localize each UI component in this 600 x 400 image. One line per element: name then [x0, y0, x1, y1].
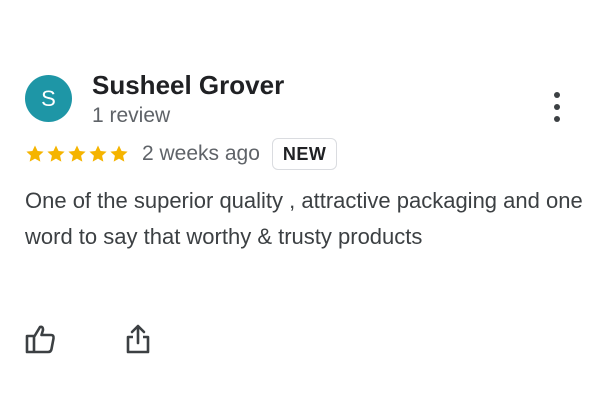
star-icon [47, 145, 65, 162]
star-icon [89, 145, 107, 162]
rating-row: 2 weeks ago NEW [25, 137, 338, 171]
reviewer-name[interactable]: Susheel Grover [92, 70, 284, 101]
star-icon [26, 145, 44, 162]
review-card: S Susheel Grover 1 review 2 weeks ago NE… [0, 0, 600, 400]
star-icon [68, 145, 86, 162]
share-icon [126, 324, 150, 354]
more-options-button[interactable] [546, 92, 568, 124]
star-icon [110, 145, 128, 162]
reviewer-review-count: 1 review [92, 104, 171, 127]
avatar[interactable]: S [25, 75, 72, 122]
new-badge: NEW [271, 138, 338, 170]
share-button[interactable] [121, 322, 155, 356]
review-text: One of the superior quality , attractive… [25, 188, 583, 249]
like-button[interactable] [24, 322, 58, 356]
thumb-up-icon [25, 325, 55, 354]
review-time: 2 weeks ago [142, 142, 260, 165]
star-rating [25, 144, 130, 164]
